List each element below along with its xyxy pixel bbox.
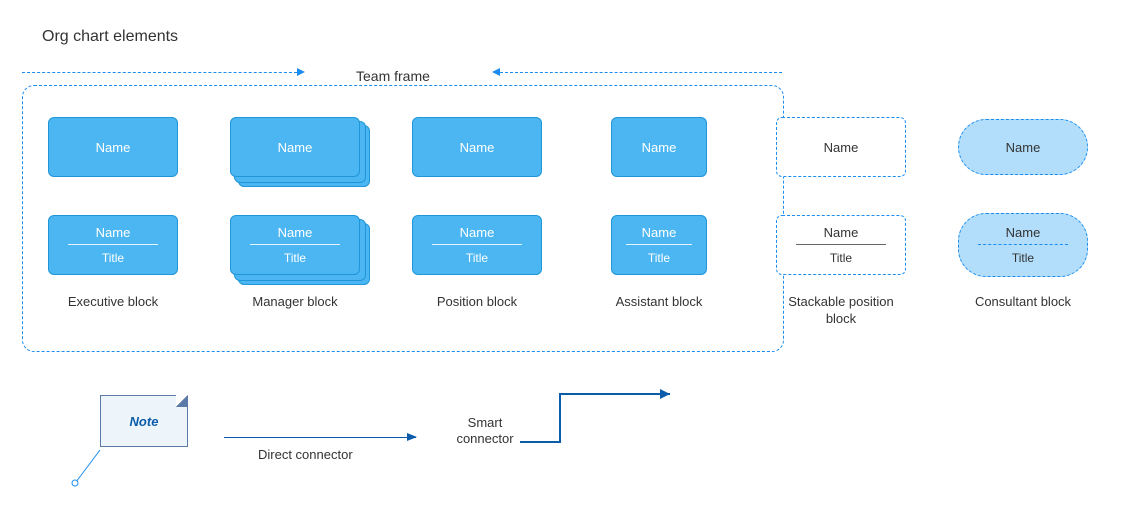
column-assistant: Name Name Title Assistant block: [594, 112, 724, 328]
block-divider: [626, 244, 692, 245]
column-executive: Name Name Title Executive block: [48, 112, 178, 328]
executive-block-name-title[interactable]: Name Title: [48, 215, 178, 275]
page-title: Org chart elements: [42, 28, 178, 46]
block-name-label: Name: [824, 140, 859, 155]
position-block-name-only[interactable]: Name: [412, 117, 542, 177]
executive-block-name-only[interactable]: Name: [48, 117, 178, 177]
manager-block-name-only[interactable]: Name: [230, 117, 360, 177]
consultant-block-name-only[interactable]: Name: [958, 119, 1088, 175]
columns-container: Name Name Title Executive block Name: [48, 112, 1088, 328]
block-name-label: Name: [460, 225, 495, 240]
smart-connector[interactable]: [520, 390, 680, 450]
stackable-block-name-only[interactable]: Name: [776, 117, 906, 177]
team-frame-arrow-right: [500, 72, 782, 73]
block-title-label: Title: [102, 251, 124, 265]
block-divider: [68, 244, 158, 245]
block-title-label: Title: [830, 251, 852, 265]
block-divider: [978, 244, 1068, 245]
stackable-block-name-title[interactable]: Name Title: [776, 215, 906, 275]
block-title-label: Title: [1012, 251, 1034, 265]
block-title-label: Title: [284, 251, 306, 265]
note-shape[interactable]: Note: [100, 395, 188, 447]
direct-connector-label: Direct connector: [258, 447, 353, 462]
column-consultant: Name Name Title Consultant block: [958, 112, 1088, 328]
block-divider: [432, 244, 522, 245]
block-name-label: Name: [278, 225, 313, 240]
block-title-label: Title: [648, 251, 670, 265]
direct-connector[interactable]: [224, 437, 416, 438]
consultant-block-name-title[interactable]: Name Title: [958, 213, 1088, 277]
assistant-block-name-title[interactable]: Name Title: [611, 215, 707, 275]
column-caption: Position block: [437, 294, 517, 311]
manager-block-name-title[interactable]: Name Title: [230, 215, 360, 275]
block-name-label: Name: [278, 140, 313, 155]
team-frame-arrow-left: [22, 72, 297, 73]
block-name-label: Name: [96, 140, 131, 155]
team-frame-arrowhead-right: [297, 68, 305, 76]
smart-connector-label: Smart connector: [440, 415, 530, 446]
column-caption: Manager block: [252, 294, 337, 311]
block-name-label: Name: [460, 140, 495, 155]
column-caption: Stackable position block: [776, 294, 906, 328]
block-name-label: Name: [1006, 225, 1041, 240]
assistant-block-name-only[interactable]: Name: [611, 117, 707, 177]
column-position: Name Name Title Position block: [412, 112, 542, 328]
column-manager: Name Name Title Manager block: [230, 112, 360, 328]
block-name-label: Name: [824, 225, 859, 240]
bottom-row: Note Direct connector Smart connector: [0, 395, 1123, 525]
position-block-name-title[interactable]: Name Title: [412, 215, 542, 275]
block-name-label: Name: [642, 225, 677, 240]
column-caption: Consultant block: [975, 294, 1071, 311]
team-frame-arrowhead-left: [492, 68, 500, 76]
team-frame-label: Team frame: [356, 68, 430, 84]
column-caption: Assistant block: [616, 294, 703, 311]
block-name-label: Name: [642, 140, 677, 155]
column-caption: Executive block: [68, 294, 158, 311]
block-title-label: Title: [466, 251, 488, 265]
block-divider: [250, 244, 340, 245]
column-stackable: Name Name Title Stackable position block: [776, 112, 906, 328]
note-label: Note: [130, 414, 159, 429]
block-divider: [796, 244, 886, 245]
block-name-label: Name: [1006, 140, 1041, 155]
note-tail: [70, 450, 110, 490]
block-name-label: Name: [96, 225, 131, 240]
